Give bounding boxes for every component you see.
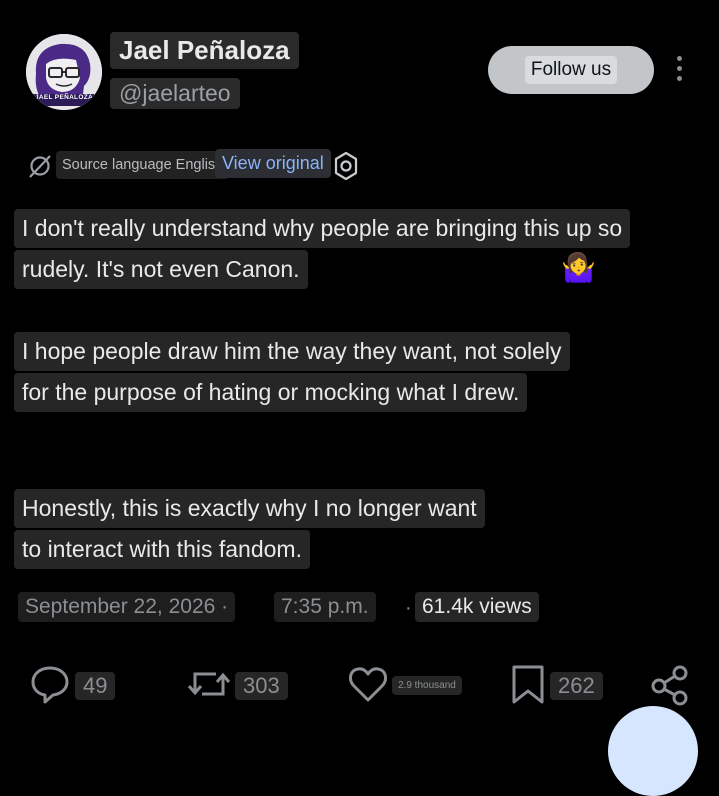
share-icon[interactable]: [648, 662, 692, 706]
post-line: to interact with this fandom.: [14, 530, 310, 569]
post-paragraph-3: Honestly, this is exactly why I no longe…: [14, 488, 485, 570]
shrug-emoji-glyph: 🤷‍♀️: [561, 252, 596, 283]
post-paragraph-1: I don't really understand why people are…: [14, 208, 631, 290]
heart-icon[interactable]: [346, 662, 390, 706]
bookmark-count: 262: [550, 672, 603, 700]
post-date: September 22, 2026 ·: [18, 592, 236, 622]
bookmark-icon[interactable]: [506, 662, 550, 706]
author-display-name[interactable]: Jael Peñaloza: [110, 32, 299, 69]
reply-icon[interactable]: [28, 662, 72, 706]
compose-fab[interactable]: [608, 706, 698, 796]
like-count: 2.9 thousand: [392, 676, 462, 695]
repost-count: 303: [235, 672, 288, 700]
view-count[interactable]: 61.4k views: [415, 592, 539, 622]
view-original-link[interactable]: View original: [215, 149, 331, 178]
more-vertical-icon[interactable]: [671, 56, 687, 84]
meta-separator: ·: [405, 597, 412, 619]
avatar[interactable]: JAEL PEÑALOZA: [26, 34, 102, 110]
post-paragraph-2: I hope people draw him the way they want…: [14, 331, 570, 413]
follow-button[interactable]: Follow us: [488, 46, 654, 94]
gear-icon[interactable]: [330, 150, 362, 182]
follow-button-label: Follow us: [524, 56, 618, 84]
post-line: rudely. It's not even Canon.: [14, 250, 308, 289]
post-line: I don't really understand why people are…: [14, 209, 631, 248]
repost-icon[interactable]: [186, 662, 231, 706]
post-line: Honestly, this is exactly why I no longe…: [14, 489, 485, 528]
avatar-logo-text: JAEL PEÑALOZA: [35, 94, 93, 101]
post-time: 7:35 p.m.: [274, 592, 376, 622]
source-language-label: Source language English: [56, 151, 230, 179]
reply-count: 49: [75, 672, 116, 700]
post-line: for the purpose of hating or mocking wha…: [14, 373, 528, 412]
translate-icon: [26, 152, 54, 180]
author-handle[interactable]: @jaelarteo: [110, 78, 240, 109]
post-line: I hope people draw him the way they want…: [14, 332, 570, 371]
shrug-emoji: 🤷‍♀️: [561, 250, 597, 286]
